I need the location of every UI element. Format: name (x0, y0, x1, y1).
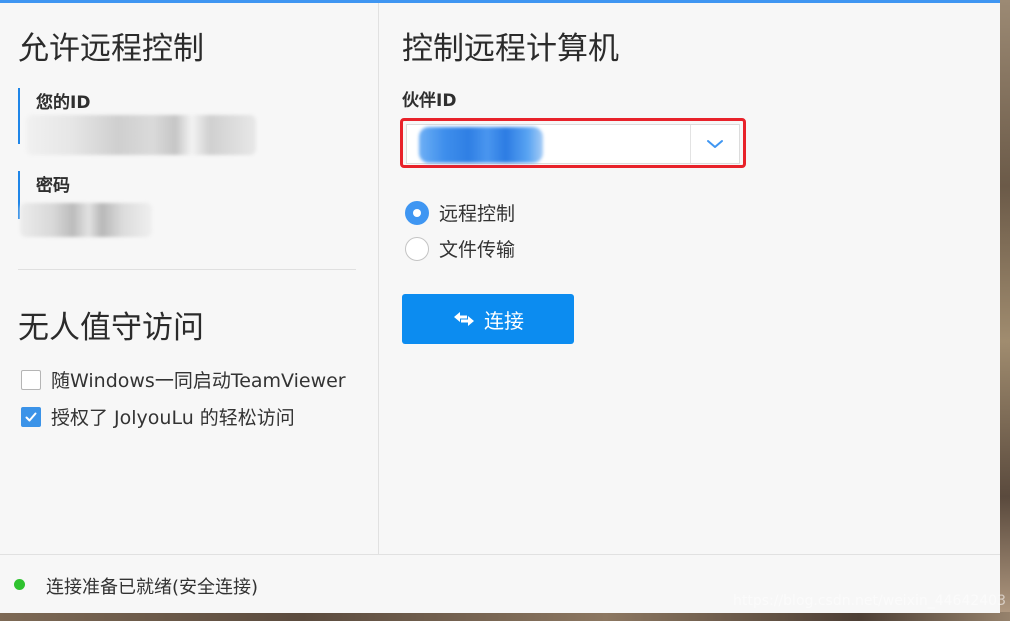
connect-button-label: 连接 (484, 308, 524, 333)
remote-control-option[interactable]: 远程控制 (405, 199, 515, 226)
your-id-value-blurred (26, 115, 256, 155)
control-remote-computer-panel: 控制远程计算机 伙伴ID 远程控制 文件传输 连接 (379, 3, 1000, 554)
start-with-windows-option[interactable]: 随Windows一同启动TeamViewer (21, 366, 346, 393)
chevron-down-icon (707, 140, 723, 148)
checkmark-icon (25, 412, 37, 421)
desktop-background-bottom (0, 612, 1010, 621)
start-with-windows-checkbox[interactable] (21, 369, 41, 390)
your-id-label: 您的ID (36, 93, 91, 113)
remote-control-radio[interactable] (405, 200, 429, 225)
grant-easy-access-checkbox[interactable] (21, 406, 41, 427)
grant-easy-access-label: 授权了 JolyouLu 的轻松访问 (51, 407, 295, 429)
partner-id-input[interactable] (406, 124, 740, 164)
teamviewer-window: 允许远程控制 您的ID 密码 无人值守访问 随Windows一同启动TeamVi… (0, 0, 1000, 613)
partner-id-label: 伙伴ID (402, 91, 457, 111)
file-transfer-option[interactable]: 文件传输 (405, 235, 515, 262)
control-remote-computer-title: 控制远程计算机 (402, 31, 619, 67)
grant-easy-access-option[interactable]: 授权了 JolyouLu 的轻松访问 (21, 403, 295, 430)
connect-button[interactable]: 连接 (402, 294, 574, 344)
status-indicator-dot (14, 579, 25, 590)
allow-remote-control-panel: 允许远程控制 您的ID 密码 无人值守访问 随Windows一同启动TeamVi… (0, 3, 379, 554)
partner-id-value-blurred (419, 127, 543, 163)
partner-id-highlight-box (400, 118, 746, 168)
allow-remote-control-title: 允许远程控制 (18, 31, 204, 67)
swap-arrows-icon (454, 312, 474, 326)
watermark-text: https://blog.csdn.net/weixin_44642403 (732, 593, 1006, 609)
remote-control-label: 远程控制 (439, 203, 516, 225)
status-text: 连接准备已就绪(安全连接) (46, 577, 259, 598)
start-with-windows-label: 随Windows一同启动TeamViewer (51, 370, 346, 392)
password-value-blurred (20, 203, 152, 237)
section-divider (18, 269, 356, 270)
desktop-background-right (1000, 0, 1010, 621)
password-label: 密码 (36, 176, 70, 196)
file-transfer-radio[interactable] (405, 236, 429, 261)
partner-id-dropdown-button[interactable] (690, 125, 739, 163)
file-transfer-label: 文件传输 (439, 239, 516, 261)
unattended-access-title: 无人值守访问 (18, 310, 204, 346)
